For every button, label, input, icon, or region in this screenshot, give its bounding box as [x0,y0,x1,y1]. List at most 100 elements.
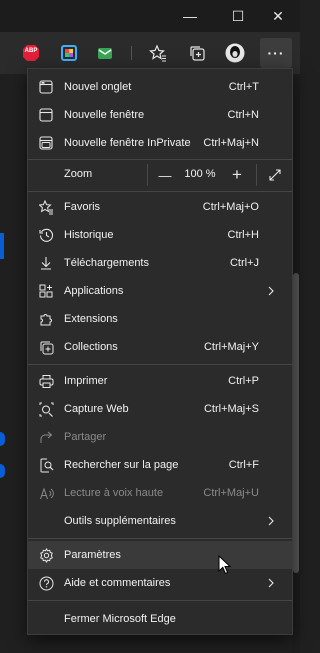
favorites-star-icon [149,44,166,62]
favorites-button[interactable] [148,43,168,63]
menu-item-find-on-page[interactable]: Rechercher sur la page Ctrl+F [28,451,292,479]
zoom-row: Zoom — 100 % + [28,160,292,190]
more-icon: ··· [267,45,285,61]
menu-item-label: Historique [64,229,114,241]
menu-item-help-feedback[interactable]: Aide et commentaires [28,569,292,597]
menu-item-favorites[interactable]: Favoris Ctrl+Maj+O [28,193,292,221]
mail-extension-button[interactable] [95,43,115,63]
menu-item-shortcut: Ctrl+T [228,81,259,93]
menu-item-label: Nouvelle fenêtre [64,109,145,121]
menu-item-label: Imprimer [64,375,108,387]
color-picker-extension-button[interactable] [59,43,79,63]
avatar [225,43,245,63]
menu-item-label: Aide et commentaires [64,577,171,589]
title-bar: — ☐ ✕ [0,0,300,32]
menu-item-shortcut: Ctrl+Maj+Y [203,341,259,353]
menu-item-shortcut: Ctrl+Maj+U [203,487,259,499]
new-window-icon [38,107,54,123]
menu-item-history[interactable]: Historique Ctrl+H [28,221,292,249]
menu-item-shortcut: Ctrl+N [227,109,259,121]
menu-item-shortcut: Ctrl+Maj+O [202,201,259,213]
menu-item-share: Partager [28,423,292,451]
menu-divider [28,364,292,365]
download-icon [38,255,54,271]
maximize-icon: ☐ [231,7,245,24]
menu-item-close-edge[interactable]: Fermer Microsoft Edge [28,605,292,633]
fullscreen-icon [269,169,281,181]
menu-item-label: Nouvel onglet [64,81,132,93]
web-capture-icon [38,401,54,417]
extensions-puzzle-icon [38,311,54,327]
menu-item-more-tools[interactable]: Outils supplémentaires [28,507,292,535]
history-icon [38,227,54,243]
menu-item-read-aloud: Lecture à voix haute Ctrl+Maj+U [28,479,292,507]
menu-item-label: Partager [64,431,107,443]
maximize-button[interactable]: ☐ [216,0,260,32]
collections-icon [190,46,205,61]
settings-and-more-button[interactable]: ··· [260,38,292,68]
color-picker-icon [61,45,77,61]
zoom-label: Zoom [64,168,93,180]
menu-divider [28,191,292,192]
scrollbar-thumb[interactable] [293,273,299,573]
menu-item-web-capture[interactable]: Capture Web Ctrl+Maj+S [28,395,292,423]
zoom-out-button[interactable]: — [150,160,180,190]
page-accent-dot [0,464,5,478]
menu-item-label: Applications [64,285,124,297]
menu-divider [28,600,292,601]
minimize-icon: — [183,8,197,24]
settings-and-more-menu: Nouvel onglet Ctrl+T Nouvelle fenêtre Ct… [27,68,293,635]
printer-icon [38,373,54,389]
zoom-separator [147,164,148,186]
close-window-button[interactable]: ✕ [256,0,300,32]
zoom-value: 100 % [184,168,216,180]
menu-item-shortcut: Ctrl+F [228,459,259,471]
menu-item-shortcut: Ctrl+Maj+N [203,137,259,149]
mail-extension-icon [98,48,112,59]
apps-icon [38,283,54,299]
menu-item-label: Nouvelle fenêtre InPrivate [64,137,191,149]
menu-item-shortcut: Ctrl+J [229,257,259,269]
chevron-right-icon [264,576,278,590]
menu-item-print[interactable]: Imprimer Ctrl+P [28,367,292,395]
page-accent-bar [0,233,4,259]
menu-item-label: Téléchargements [64,257,149,269]
fullscreen-button[interactable] [260,160,290,190]
chevron-right-icon [264,514,278,528]
collections-button[interactable] [187,43,207,63]
zoom-separator [256,164,257,186]
gear-icon [38,547,54,563]
menu-item-shortcut: Ctrl+Maj+S [203,403,259,415]
inprivate-icon [38,135,54,151]
menu-item-label: Favoris [64,201,101,213]
menu-item-shortcut: Ctrl+P [228,375,259,387]
menu-item-label: Collections [64,341,118,353]
menu-item-extensions[interactable]: Extensions [28,305,292,333]
minimize-button[interactable]: — [168,0,212,32]
minus-icon: — [158,167,172,183]
menu-item-label: Lecture à voix haute [64,487,164,499]
menu-item-applications[interactable]: Applications [28,277,292,305]
menu-item-downloads[interactable]: Téléchargements Ctrl+J [28,249,292,277]
share-icon [38,429,54,445]
help-icon [38,575,54,591]
menu-item-label: Extensions [64,313,118,325]
favorites-icon [38,199,54,215]
profile-button[interactable] [225,43,245,63]
adblock-plus-button[interactable]: ABP [21,43,41,63]
menu-item-new-tab[interactable]: Nouvel onglet Ctrl+T [28,73,292,101]
adblock-plus-label: ABP [24,48,38,54]
toolbar-separator [131,46,132,60]
menu-item-new-window[interactable]: Nouvelle fenêtre Ctrl+N [28,101,292,129]
menu-item-collections[interactable]: Collections Ctrl+Maj+Y [28,333,292,361]
zoom-in-button[interactable]: + [222,160,252,190]
menu-item-shortcut: Ctrl+H [227,229,259,241]
menu-item-label: Rechercher sur la page [64,459,179,471]
close-icon: ✕ [272,7,284,24]
menu-divider [28,538,292,539]
read-aloud-icon [38,485,54,501]
menu-item-new-inprivate-window[interactable]: Nouvelle fenêtre InPrivate Ctrl+Maj+N [28,129,292,157]
menu-item-label: Outils supplémentaires [64,515,176,527]
page-accent-dot [0,432,5,446]
menu-item-settings[interactable]: Paramètres [28,541,292,569]
